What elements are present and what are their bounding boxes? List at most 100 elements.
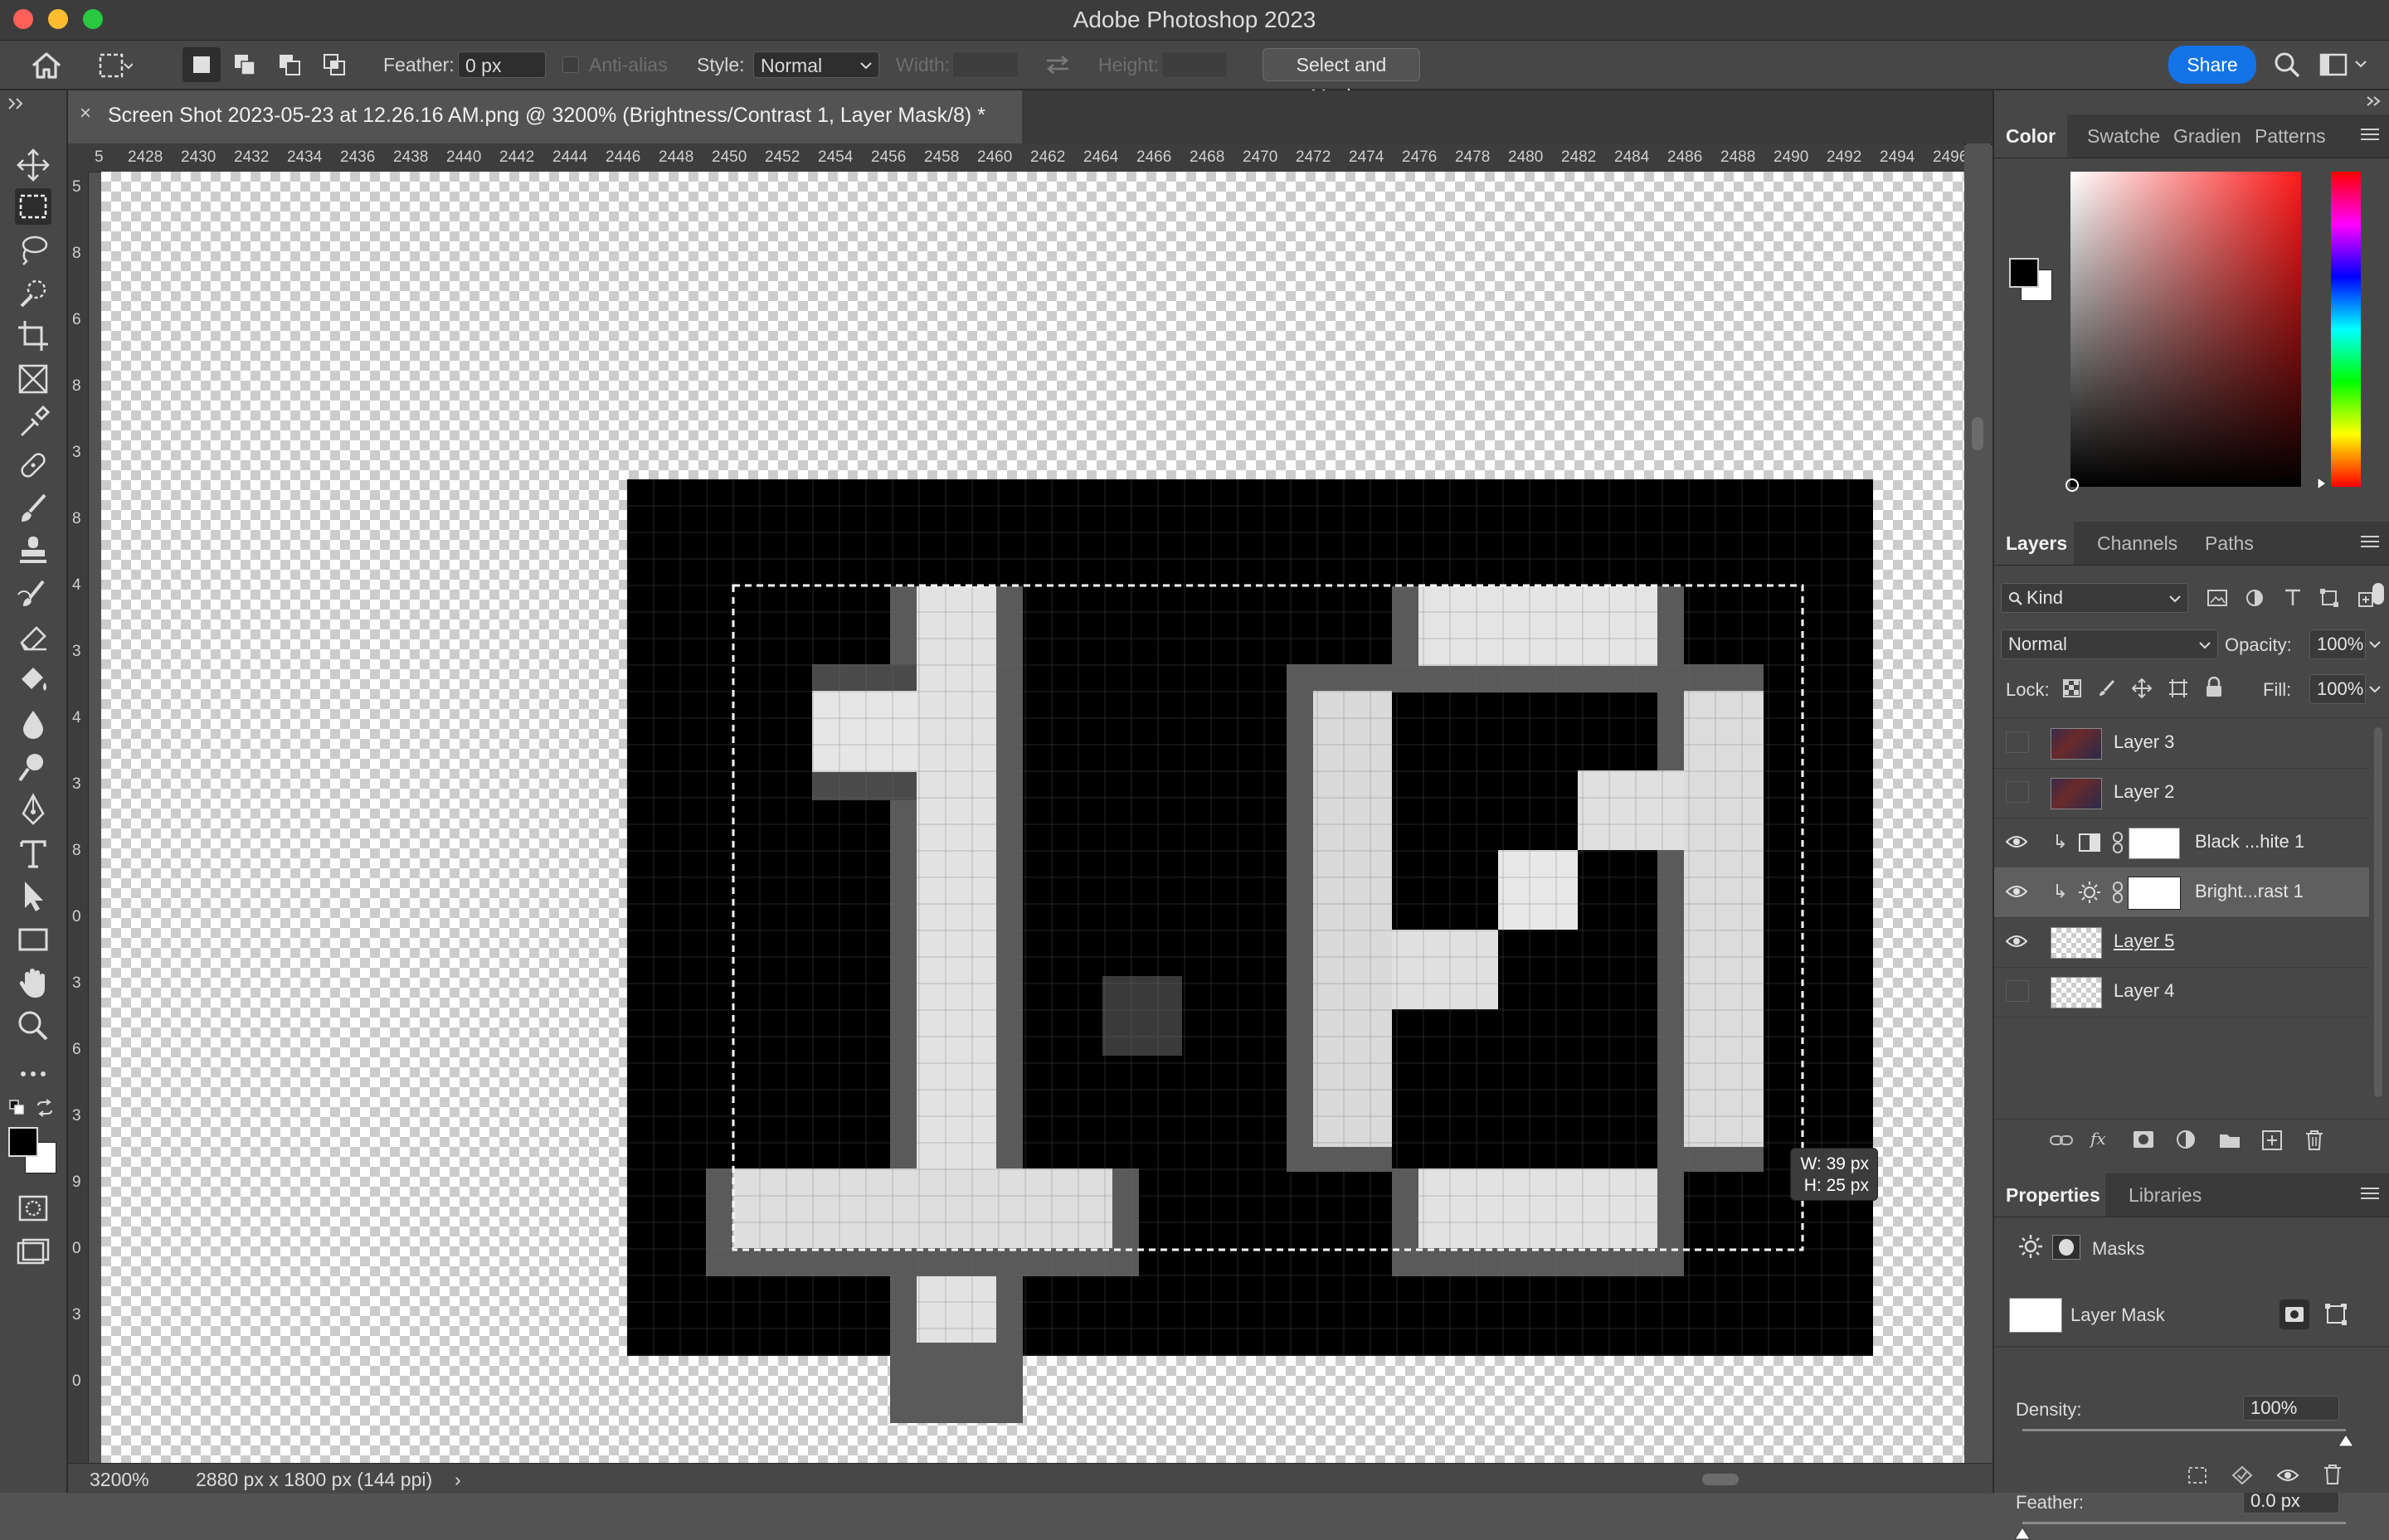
- status-menu-arrow[interactable]: ›: [455, 1469, 461, 1491]
- mask-link-icon[interactable]: [2112, 881, 2124, 904]
- style-select[interactable]: Normal: [753, 51, 879, 78]
- layer-row[interactable]: Black ...hite 1: [1994, 818, 2369, 868]
- tab-patterns[interactable]: Patterns: [2243, 114, 2338, 158]
- share-button[interactable]: Share: [2168, 46, 2256, 84]
- rectangle-tool-icon[interactable]: [15, 921, 51, 958]
- lock-all-icon[interactable]: [2205, 677, 2223, 698]
- layer-thumbnail[interactable]: [2051, 927, 2102, 959]
- color-panel-foreground-swatch[interactable]: [2009, 258, 2039, 288]
- frame-tool-icon[interactable]: [15, 361, 51, 397]
- layer-row[interactable]: Layer 3: [1994, 718, 2369, 769]
- foreground-color-swatch[interactable]: [8, 1127, 38, 1157]
- layer-filter-select[interactable]: Kind: [2001, 583, 2188, 613]
- intersect-selection-icon[interactable]: [322, 52, 348, 79]
- vertical-scroll-thumb[interactable]: [1972, 417, 1983, 450]
- visibility-toggle[interactable]: [2006, 781, 2029, 803]
- density-input[interactable]: 100%: [2243, 1396, 2339, 1421]
- load-selection-icon[interactable]: [2187, 1465, 2208, 1485]
- move-tool-icon[interactable]: [15, 147, 51, 183]
- collapse-panels-icon[interactable]: [2366, 95, 2382, 107]
- tab-properties[interactable]: Properties: [1994, 1173, 2105, 1217]
- filter-toggle[interactable]: [2372, 583, 2384, 605]
- path-selection-tool-icon[interactable]: [15, 878, 51, 915]
- zoom-level[interactable]: 3200%: [90, 1469, 149, 1491]
- lock-transparent-icon[interactable]: [2062, 678, 2082, 698]
- layer-row[interactable]: Bright...rast 1: [1994, 867, 2369, 918]
- density-slider[interactable]: [2022, 1429, 2346, 1431]
- swap-dimensions-icon[interactable]: [1044, 54, 1072, 75]
- toggle-mask-visibility-icon[interactable]: [2276, 1465, 2299, 1485]
- hue-slider[interactable]: [2331, 172, 2361, 487]
- visibility-toggle[interactable]: [2006, 731, 2029, 753]
- marquee-tool-button[interactable]: [15, 188, 51, 225]
- vertical-ruler[interactable]: 5 8 6 8 3 8 4 3 4 3 8 0 3 6 3 9 0 3 0: [68, 172, 89, 1463]
- color-field[interactable]: [2065, 172, 2301, 492]
- blur-tool-icon[interactable]: [15, 706, 51, 742]
- fill-input[interactable]: 100%: [2309, 674, 2366, 704]
- vector-mask-icon[interactable]: [2323, 1301, 2349, 1328]
- antialias-checkbox[interactable]: [562, 56, 579, 73]
- add-to-selection-icon[interactable]: [232, 52, 259, 79]
- default-colors-icon[interactable]: [8, 1099, 27, 1117]
- tab-gradients[interactable]: Gradien: [2162, 114, 2253, 158]
- layer-row[interactable]: Layer 5: [1994, 917, 2369, 968]
- horizontal-scroll-thumb[interactable]: [1702, 1474, 1739, 1485]
- hue-slider-handle[interactable]: [2316, 477, 2328, 490]
- paint-bucket-tool-icon[interactable]: [15, 663, 51, 699]
- filter-adjustment-icon[interactable]: [2245, 588, 2265, 608]
- tab-layers[interactable]: Layers: [1994, 522, 2074, 565]
- select-pixel-mask-button[interactable]: [2280, 1300, 2309, 1329]
- link-layers-icon[interactable]: [2049, 1131, 2074, 1149]
- delete-layer-icon[interactable]: [2304, 1129, 2324, 1151]
- eye-icon[interactable]: [2006, 930, 2029, 952]
- document-tab[interactable]: × Screen Shot 2023-05-23 at 12.26.16 AM.…: [68, 90, 1022, 143]
- layer-mask-thumbnail[interactable]: [2129, 828, 2180, 859]
- layer-row[interactable]: Layer 2: [1994, 768, 2369, 819]
- healing-brush-tool-icon[interactable]: [15, 447, 51, 483]
- swap-colors-icon[interactable]: [35, 1099, 55, 1117]
- black-white-adjustment-icon[interactable]: [2077, 830, 2102, 855]
- delete-mask-icon[interactable]: [2323, 1464, 2343, 1485]
- new-layer-icon[interactable]: [2261, 1129, 2283, 1151]
- chevron-down-icon[interactable]: [2369, 685, 2381, 693]
- mask-link-icon[interactable]: [2112, 831, 2124, 854]
- layer-thumbnail[interactable]: [2051, 977, 2102, 1008]
- expand-toolbar-icon[interactable]: [7, 97, 27, 110]
- feather-slider-handle[interactable]: [2014, 1527, 2031, 1540]
- close-document-icon[interactable]: ×: [80, 102, 91, 125]
- eye-icon[interactable]: [2006, 831, 2029, 853]
- tab-paths[interactable]: Paths: [2193, 522, 2265, 565]
- layer-mask-thumbnail[interactable]: [2128, 877, 2181, 910]
- brush-tool-icon[interactable]: [15, 490, 51, 527]
- document-canvas[interactable]: [101, 172, 1964, 1463]
- vertical-scrollbar[interactable]: [1966, 143, 1991, 1465]
- new-adjustment-layer-icon[interactable]: [2175, 1129, 2198, 1151]
- quick-mask-icon[interactable]: [15, 1190, 51, 1227]
- filter-type-icon[interactable]: [2283, 588, 2303, 608]
- color-picker-handle[interactable]: [2065, 479, 2079, 492]
- marquee-preset-icon[interactable]: [98, 52, 133, 79]
- eraser-tool-icon[interactable]: [15, 619, 51, 656]
- feather-input[interactable]: 0 px: [458, 51, 546, 78]
- zoom-tool-icon[interactable]: [15, 1008, 51, 1044]
- layer-thumbnail[interactable]: [2051, 728, 2102, 760]
- new-group-icon[interactable]: [2218, 1131, 2241, 1149]
- layer-thumbnail[interactable]: [2051, 778, 2102, 809]
- density-slider-handle[interactable]: [2338, 1434, 2354, 1447]
- search-icon[interactable]: [2273, 51, 2301, 79]
- layer-effects-icon[interactable]: fx: [2089, 1128, 2114, 1151]
- eyedropper-tool-icon[interactable]: [15, 404, 51, 440]
- tab-libraries[interactable]: Libraries: [2117, 1173, 2213, 1217]
- pen-tool-icon[interactable]: [15, 792, 51, 828]
- workspace-switcher-icon[interactable]: [2319, 52, 2371, 77]
- more-tools-icon[interactable]: [15, 1056, 51, 1092]
- panel-menu-icon[interactable]: [2361, 1187, 2379, 1200]
- feather-slider[interactable]: [2022, 1522, 2346, 1524]
- lock-pixels-icon[interactable]: [2097, 678, 2117, 698]
- layers-scrollbar[interactable]: [2374, 727, 2382, 1097]
- lock-position-icon[interactable]: [2132, 678, 2152, 698]
- filter-pixel-icon[interactable]: [2207, 588, 2228, 608]
- opacity-input[interactable]: 100%: [2309, 629, 2366, 659]
- screen-mode-icon[interactable]: [15, 1235, 51, 1271]
- filter-shape-icon[interactable]: [2319, 588, 2339, 608]
